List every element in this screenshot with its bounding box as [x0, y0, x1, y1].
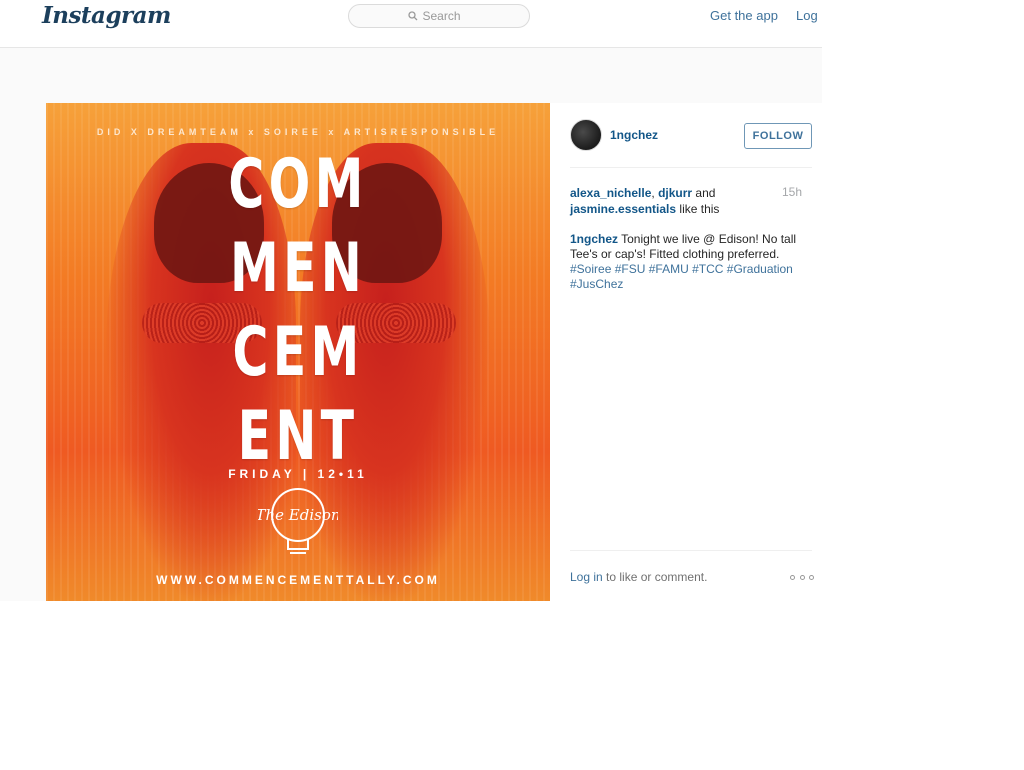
post-caption: 1ngchez Tonight we live @ Edison! No tal…: [570, 232, 810, 292]
divider: [570, 550, 812, 551]
dot: [790, 574, 795, 580]
top-navigation-bar: Instagram Get the app Log: [0, 0, 822, 48]
poster-sponsors: DID X DREAMTEAM x SOIREE x ARTISRESPONSI…: [96, 127, 500, 137]
poster-title-line: CEM: [232, 313, 364, 392]
hashtag-link[interactable]: #JusChez: [570, 277, 623, 291]
more-options-icon[interactable]: [790, 573, 814, 581]
likes-suffix: like this: [676, 202, 720, 216]
avatar[interactable]: [570, 119, 602, 151]
post-username[interactable]: 1ngchez: [610, 128, 658, 142]
dot: [809, 574, 814, 580]
search-input[interactable]: [422, 9, 471, 23]
hashtag-link[interactable]: #TCC: [692, 262, 723, 276]
comment-prompt-text: to like or comment.: [602, 570, 708, 584]
likes-and: and: [692, 186, 716, 200]
dot: [799, 574, 805, 580]
post-sidebar: 1ngchez FOLLOW alexa_nichelle, djkurr an…: [550, 103, 822, 601]
search-icon: [407, 11, 417, 21]
poster-date: FRIDAY | 12•11: [228, 467, 368, 481]
edison-logo-text: The Edison: [258, 506, 338, 524]
comment-prompt: Log in to like or comment.: [570, 570, 707, 584]
login-link[interactable]: Log: [796, 8, 818, 23]
follow-button[interactable]: FOLLOW: [744, 123, 812, 149]
hashtag-link[interactable]: #Graduation: [727, 262, 793, 276]
hashtag-link[interactable]: #FAMU: [649, 262, 689, 276]
get-the-app-link[interactable]: Get the app: [710, 8, 778, 23]
poster-title-line: MEN: [229, 229, 367, 308]
divider: [570, 167, 812, 168]
poster-title-line: COM: [228, 145, 368, 224]
hashtag-link[interactable]: #FSU: [615, 262, 646, 276]
like-user-link[interactable]: jasmine.essentials: [570, 202, 676, 216]
post-image[interactable]: DID X DREAMTEAM x SOIREE x ARTISRESPONSI…: [46, 103, 550, 601]
post-card: DID X DREAMTEAM x SOIREE x ARTISRESPONSI…: [46, 103, 822, 601]
poster-title: COM MEN CEM ENT: [117, 143, 480, 479]
edison-bulb-logo: The Edison: [258, 488, 338, 554]
instagram-logo[interactable]: Instagram: [42, 2, 171, 29]
poster-url: WWW.COMMENCEMENTTALLY.COM: [156, 573, 440, 587]
post-timestamp[interactable]: 15h: [782, 185, 802, 199]
likes-line: alexa_nichelle, djkurr and jasmine.essen…: [570, 185, 770, 217]
hashtag-link[interactable]: #Soiree: [570, 262, 611, 276]
like-user-link[interactable]: djkurr: [658, 186, 692, 200]
caption-username[interactable]: 1ngchez: [570, 232, 618, 246]
login-to-comment-link[interactable]: Log in: [570, 570, 603, 584]
like-user-link[interactable]: alexa_nichelle: [570, 186, 651, 200]
search-box[interactable]: [348, 4, 530, 28]
